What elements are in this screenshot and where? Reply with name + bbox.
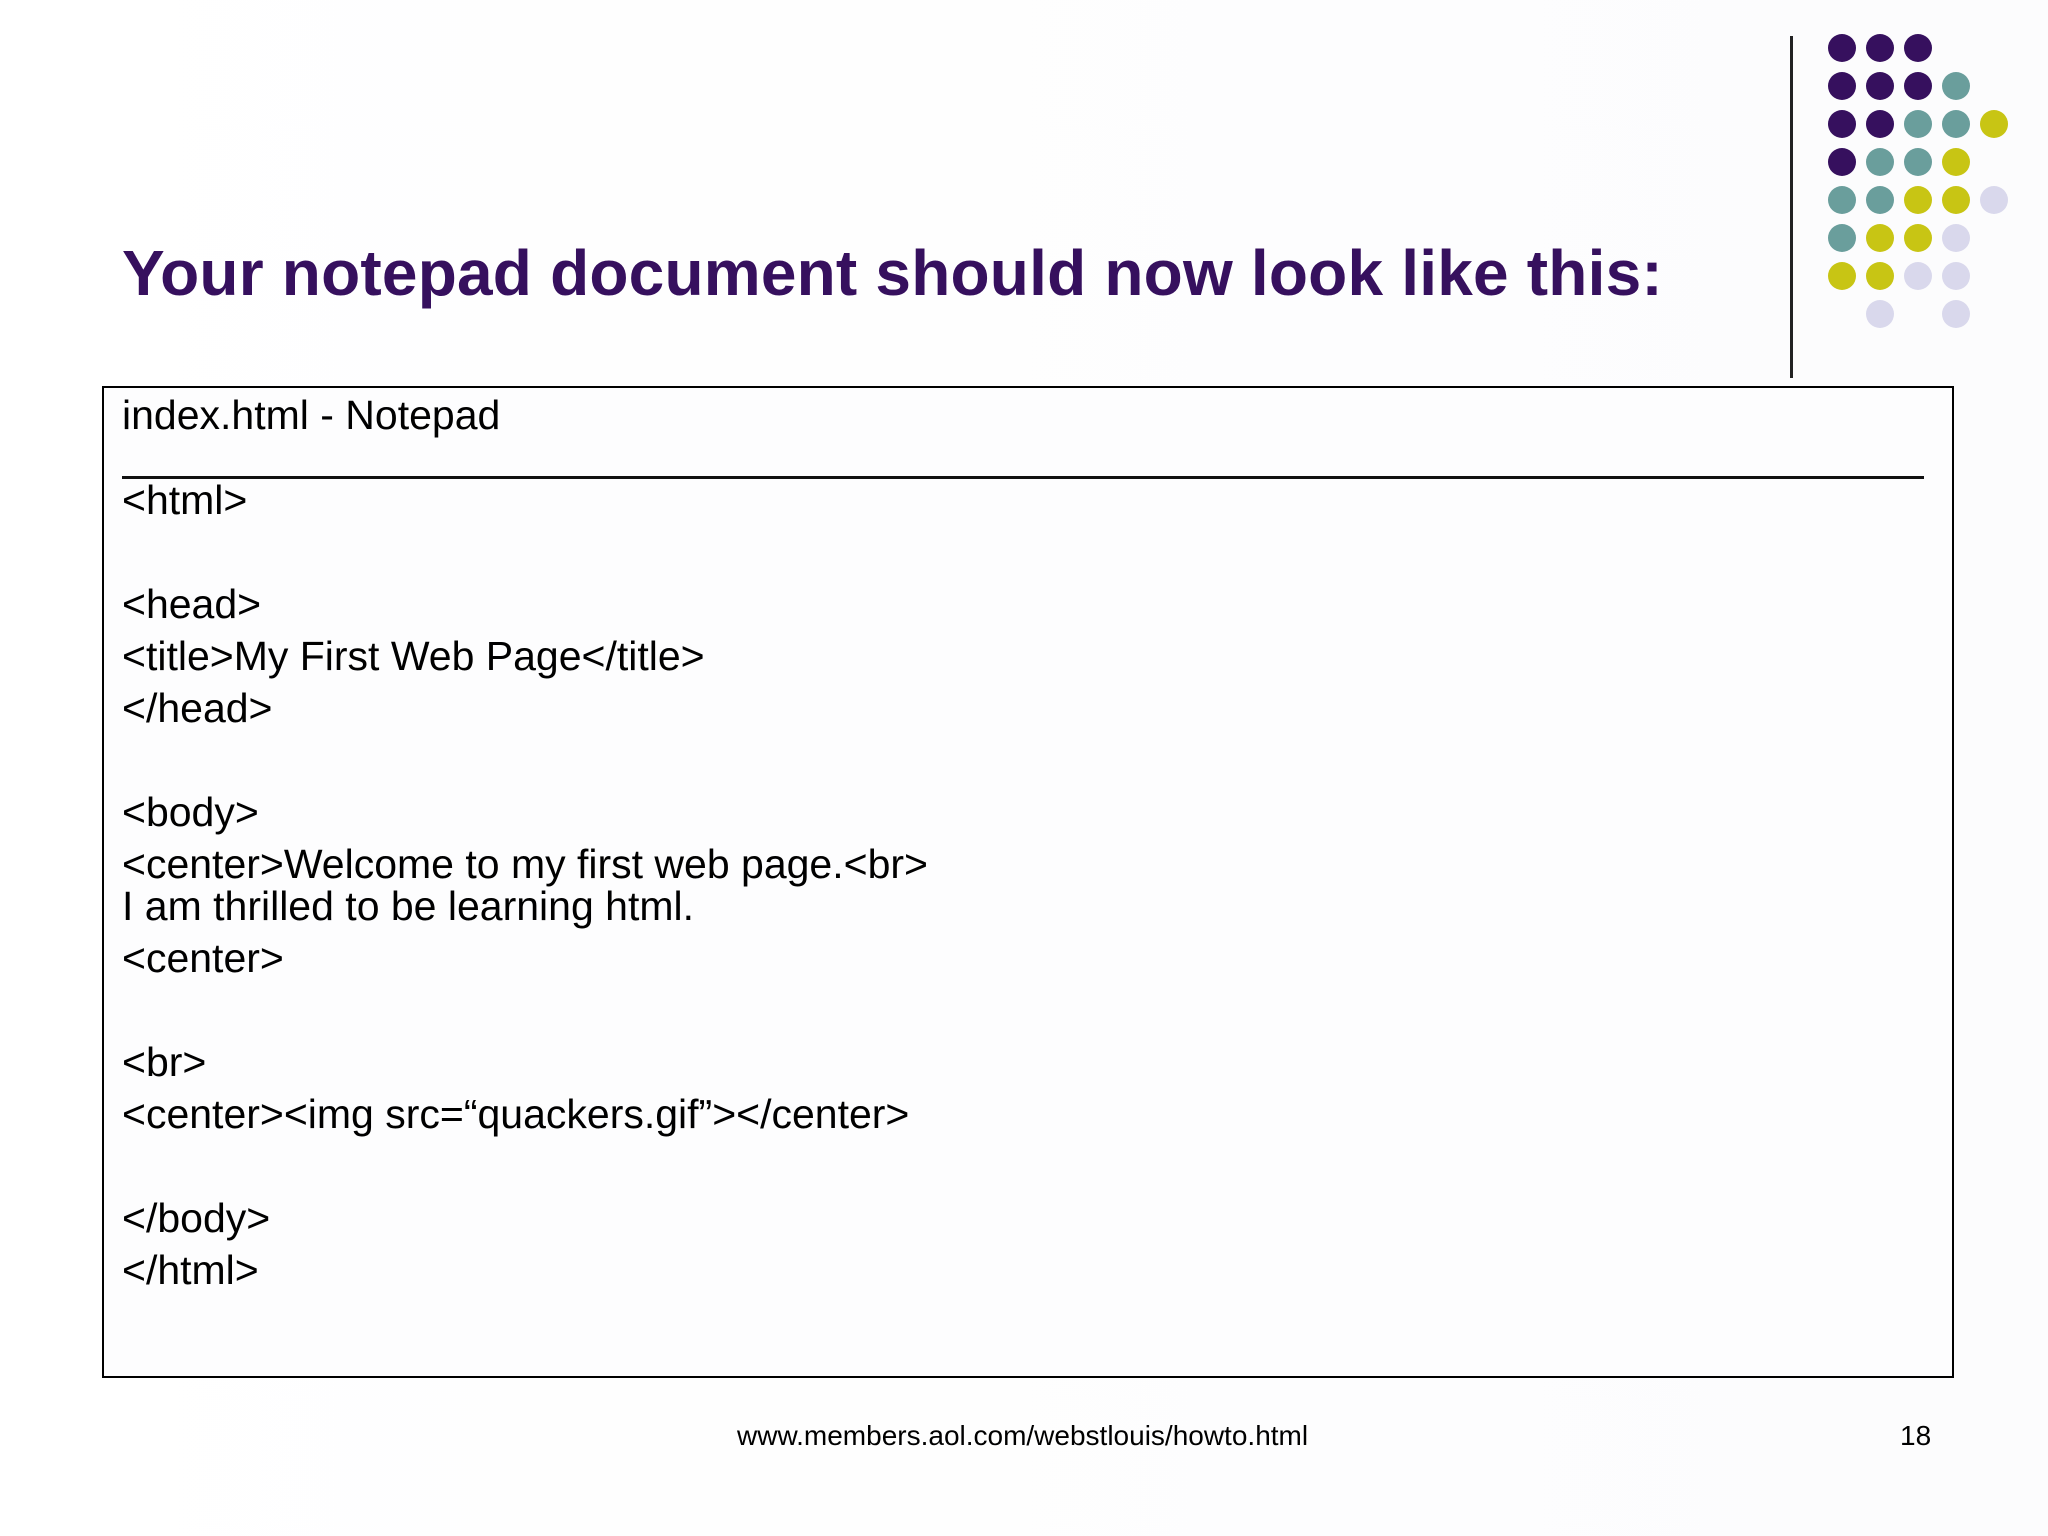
dot-olive [1828,262,1856,290]
dot-purple [1904,34,1932,62]
dot-lavender [1904,262,1932,290]
footer-source-url: www.members.aol.com/webstlouis/howto.htm… [737,1420,1309,1451]
dot-teal [1904,110,1932,138]
dot-teal [1942,72,1970,100]
code-line: <body> [122,789,259,835]
code-line: <title>My First Web Page</title> [122,633,705,679]
dot-lavender [1942,300,1970,328]
dot-purple [1828,110,1856,138]
dot-teal [1942,110,1970,138]
code-line: <center>Welcome to my first web page.<br… [122,841,928,887]
dot-teal [1904,148,1932,176]
dot-purple [1866,34,1894,62]
page-number: 18 [1900,1420,1932,1451]
code-line: <br> [122,1039,207,1085]
dot-purple [1904,72,1932,100]
dot-teal [1828,224,1856,252]
dot-purple [1828,148,1856,176]
dot-olive [1980,110,2008,138]
dot-lavender [1980,186,2008,214]
dot-olive [1904,224,1932,252]
dot-purple [1828,72,1856,100]
dot-olive [1866,224,1894,252]
code-line: <html> [122,477,248,523]
notepad-title-divider [122,476,1924,479]
code-line: </body> [122,1195,271,1241]
dot-olive [1942,148,1970,176]
code-line: <center> [122,935,284,981]
dot-teal [1828,186,1856,214]
code-line: I am thrilled to be learning html. [122,883,694,929]
notepad-window-title: index.html - Notepad [122,392,501,438]
dot-lavender [1866,300,1894,328]
dot-olive [1942,186,1970,214]
dot-lavender [1942,224,1970,252]
dot-teal [1866,186,1894,214]
vertical-divider [1790,36,1793,378]
dot-olive [1866,262,1894,290]
code-line: <center><img src=“quackers.gif”></center… [122,1091,910,1137]
dot-purple [1866,110,1894,138]
slide-title: Your notepad document should now look li… [122,237,1663,309]
dot-purple [1828,34,1856,62]
code-line: </head> [122,685,273,731]
dot-teal [1866,148,1894,176]
code-line: </html> [122,1247,259,1293]
dot-purple [1866,72,1894,100]
code-line: <head> [122,581,262,627]
dot-lavender [1942,262,1970,290]
dot-olive [1904,186,1932,214]
